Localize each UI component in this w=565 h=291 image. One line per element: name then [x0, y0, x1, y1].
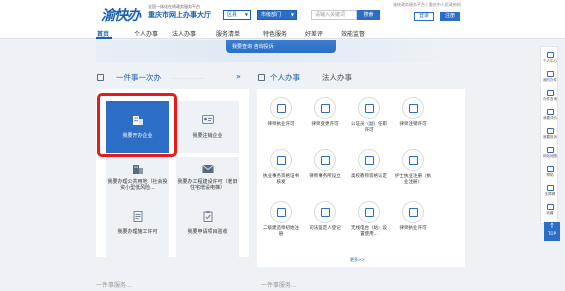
nav-active-indicator: [96, 37, 112, 39]
service-item[interactable]: 律师执业许可: [261, 97, 301, 128]
sidebar-item-complaint[interactable]: 我要投诉: [541, 128, 559, 140]
department-select[interactable]: 市级部门 ▼: [257, 10, 297, 20]
personal-services-panel: 律师执业许可 律师变更许可 公证员（副）任职许可 律师注销许可 执业事务资格证书…: [257, 89, 465, 267]
tile-label: 我要办理公共用地（社会投资小型低风险...: [107, 179, 168, 191]
lawyer-icon: [402, 97, 424, 119]
accessibility-icon: [546, 185, 554, 191]
divider-dots: · · · · · · · · · · · · ·: [172, 76, 204, 81]
service-item[interactable]: 高校教师资格认定: [349, 149, 389, 180]
highlight-box: [97, 93, 177, 157]
user-icon: [546, 52, 554, 58]
nav-supervision[interactable]: 效能监督: [341, 29, 365, 38]
back-to-top-button[interactable]: ↑ TOP: [544, 222, 560, 241]
id-card-icon: [202, 115, 214, 124]
bottom-right-title: 一件事服务...: [261, 282, 297, 289]
sidebar-item-my-cases[interactable]: 我的办件: [541, 71, 559, 83]
list-icon: [97, 74, 104, 81]
service-item[interactable]: 公证员（副）任职许可: [349, 97, 389, 133]
sidebar-item-query[interactable]: 办件查询: [541, 90, 559, 102]
construction-permit-tile[interactable]: 我要办工程建设许可（老旧住宅增设电梯）: [176, 157, 239, 209]
top-links[interactable]: 渝快政务服务平台 | 重庆市人民政府网: [393, 2, 461, 8]
top-bar: 渝快办 全国一体化在线政务服务平台 重庆市网上办事大厅 区县 ▼ 市级部门 ▼ …: [0, 0, 565, 27]
teacher-icon: [358, 149, 380, 171]
right-sidebar: 个人中心 我的办件 办件查询 我要评价 我要投诉 网站地图 帮助 无障碍 收藏: [540, 46, 558, 224]
mail-icon: [202, 164, 214, 173]
building-icon: [133, 165, 143, 174]
radio-icon: [358, 201, 380, 223]
banner: 我要查询 咨询投诉: [96, 40, 465, 62]
nav-legal[interactable]: 法人办事: [172, 29, 196, 38]
service-item[interactable]: 执业事务资格证书核发: [261, 149, 301, 185]
more-link[interactable]: 更多>>: [350, 257, 365, 263]
tile-label: 我要申请项目验收: [187, 229, 228, 235]
register-button[interactable]: 注册: [440, 12, 460, 21]
notary-icon: [358, 97, 380, 119]
star-icon: [546, 109, 554, 115]
one-thing-more-icon[interactable]: »: [236, 72, 241, 81]
sidebar-item-favorite[interactable]: 收藏: [541, 204, 559, 216]
service-item[interactable]: 司法鉴定人登记: [305, 201, 345, 232]
bookmark-icon: [546, 204, 554, 210]
sidebar-item-review[interactable]: 我要评价: [541, 109, 559, 121]
service-item[interactable]: 律师事务所设立: [305, 149, 345, 180]
acceptance-tile[interactable]: 我要申请项目验收: [176, 205, 239, 257]
bottom-left-title: 一件事服务...: [96, 282, 132, 289]
tile-label: 我要办工程建设许可（老旧住宅增设电梯）: [177, 179, 238, 191]
close-business-tile[interactable]: 我要注销企业: [176, 101, 239, 153]
helmet-icon: [270, 201, 292, 223]
certificate-icon: [270, 149, 292, 171]
map-icon: [546, 147, 554, 153]
bottom-section: 一件事服务... 一件事服务...: [96, 280, 465, 289]
land-use-tile[interactable]: 我要办理公共用地（社会投资小型低风险...: [106, 157, 169, 209]
arrow-up-icon: ↑: [549, 222, 555, 230]
page: 渝快办 全国一体化在线政务服务平台 重庆市网上办事大厅 区县 ▼ 市级部门 ▼ …: [0, 0, 565, 291]
chat-icon: [546, 128, 554, 134]
help-icon: [546, 166, 554, 172]
main-nav: 首页 个人办事 法人办事 服务清单 特色服务 好差评 效能监督: [0, 27, 565, 39]
lawyer-icon: [314, 97, 336, 119]
clipboard-icon: [203, 211, 213, 222]
folder-icon: [546, 71, 554, 77]
service-item[interactable]: 律师执业许可: [393, 201, 433, 232]
list-icon: [258, 74, 265, 81]
search-input[interactable]: 请输入关键词: [311, 10, 357, 20]
portal-title: 重庆市网上办事大厅: [148, 11, 211, 19]
tile-label: 我要办理施工许可: [117, 229, 158, 235]
lawyer-icon: [270, 97, 292, 119]
nurse-icon: [402, 149, 424, 171]
banner-text[interactable]: 我要查询 咨询投诉: [232, 43, 274, 50]
tab-personal[interactable]: 个人办事: [270, 72, 300, 83]
search-button[interactable]: 搜索: [357, 10, 380, 20]
service-item[interactable]: 律师变更许可: [305, 97, 345, 128]
service-item[interactable]: 二级建造师初始注册: [261, 201, 301, 237]
one-thing-title: 一件事一次办: [116, 73, 161, 82]
chevron-down-icon: ▼: [290, 12, 294, 17]
service-item[interactable]: 无线电台（站）设置使用...: [349, 201, 389, 237]
nav-service-list[interactable]: 服务清单: [216, 29, 240, 38]
nav-review[interactable]: 好差评: [305, 29, 323, 38]
nav-personal[interactable]: 个人办事: [134, 29, 158, 38]
lawyer-icon: [402, 201, 424, 223]
office-icon: [314, 149, 336, 171]
construction-tile[interactable]: 我要办理施工许可: [106, 205, 169, 257]
region-select[interactable]: 区县 ▼: [223, 10, 251, 20]
chevron-down-icon: ▼: [244, 12, 248, 17]
tab-legal[interactable]: 法人办事: [322, 72, 352, 83]
nav-featured[interactable]: 特色服务: [263, 29, 287, 38]
judicial-icon: [314, 201, 336, 223]
sidebar-item-sitemap[interactable]: 网站地图: [541, 147, 559, 159]
service-item[interactable]: 护士执业注册（执业注册）: [393, 149, 433, 185]
tile-label: 我要注销企业: [192, 133, 223, 139]
sidebar-item-personal-center[interactable]: 个人中心: [541, 52, 559, 64]
login-button[interactable]: 登录: [414, 12, 434, 21]
service-item[interactable]: 律师注销许可: [393, 97, 433, 128]
document-icon: [133, 211, 143, 222]
sidebar-item-accessibility[interactable]: 无障碍: [541, 185, 559, 197]
sidebar-item-help[interactable]: 帮助: [541, 166, 559, 178]
search-icon: [546, 90, 554, 96]
site-logo[interactable]: 渝快办: [101, 5, 141, 25]
